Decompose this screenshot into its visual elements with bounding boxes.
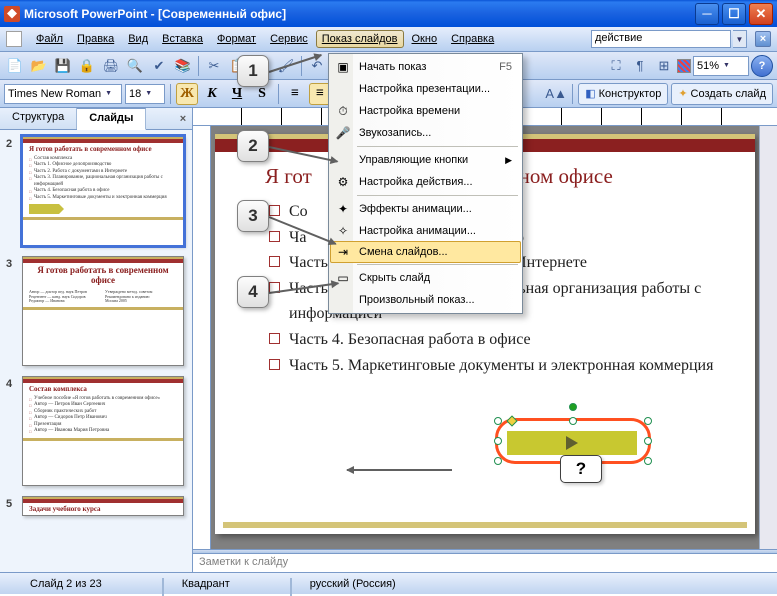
statusbar: Слайд 2 из 23 Квадрант русский (Россия) [0,572,777,594]
arrow-shape[interactable] [507,431,637,455]
bold-button[interactable]: Ж [176,83,198,105]
menu-animation-schemes[interactable]: ✦Эффекты анимации... [331,198,520,220]
resize-handle[interactable] [644,417,652,425]
font-name-combo[interactable]: Times New Roman▼ [4,84,122,104]
resize-handle[interactable] [644,437,652,445]
italic-button[interactable]: К [201,83,223,105]
thumbnail-slide-4[interactable]: Состав комплекса Учебное пособие «Я гото… [22,376,184,486]
callout-question: ? [560,455,602,483]
gear-icon: ⚙ [335,174,351,190]
help-search-input[interactable]: действие [591,30,731,48]
grid-icon[interactable]: ⊞ [653,55,675,77]
thumb-number: 4 [6,376,18,486]
callout-4: 4 [237,276,269,308]
slides-panel: Структура Слайды × 2 Я готов работать в … [0,108,193,572]
thumb-number: 5 [6,496,18,516]
vertical-ruler[interactable] [193,126,211,549]
thumb-number: 3 [6,256,18,366]
mdi-close-button[interactable]: × [755,31,771,47]
thumb-number: 2 [6,136,18,246]
menubar: Файл Правка Вид Вставка Формат Сервис По… [0,27,777,52]
slideshow-menu: ▣Начать показF5 Настройка презентации...… [328,53,523,314]
open-icon[interactable]: 📂 [28,55,50,77]
close-button[interactable]: ✕ [749,3,773,25]
align-left-icon[interactable]: ≡ [284,83,306,105]
menu-slide-transition[interactable]: ⇥Смена слайдов... [330,241,521,263]
adjust-handle[interactable] [506,415,517,426]
window-title: Microsoft PowerPoint - [Современный офис… [24,7,695,21]
menu-edit[interactable]: Правка [71,30,120,48]
minimize-button[interactable]: ─ [695,3,719,25]
menu-record[interactable]: 🎤Звукозапись... [331,122,520,144]
resize-handle[interactable] [569,417,577,425]
preview-icon[interactable]: 🔍 [124,55,146,77]
color-grayscale-icon[interactable] [677,59,691,73]
vertical-scrollbar[interactable] [759,126,777,549]
callout-3: 3 [237,200,269,232]
document-icon[interactable] [6,31,22,47]
callout-arrow [347,469,452,471]
save-icon[interactable]: 💾 [52,55,74,77]
cut-icon[interactable]: ✂ [203,55,225,77]
titlebar: Microsoft PowerPoint - [Современный офис… [0,0,777,27]
menu-custom-shows[interactable]: Произвольный показ... [331,289,520,311]
transition-icon: ⇥ [335,244,351,260]
menu-action-buttons[interactable]: Управляющие кнопки▶ [331,149,520,171]
thumbnail-slide-2[interactable]: Я готов работать в современном офисе Сос… [22,136,184,246]
menu-help[interactable]: Справка [445,30,500,48]
print-icon[interactable]: 🖨 [100,55,122,77]
menu-setup-show[interactable]: Настройка презентации... [331,78,520,100]
font-size-up-icon[interactable]: A▲ [545,83,567,105]
tab-slides[interactable]: Слайды [77,108,146,130]
anim-icon: ✧ [335,223,351,239]
menu-file[interactable]: Файл [30,30,69,48]
menu-rehearse[interactable]: ⏱Настройка времени [331,100,520,122]
thumbnails-list[interactable]: 2 Я готов работать в современном офисе С… [0,130,192,572]
clock-icon: ⏱ [335,103,351,119]
menu-tools[interactable]: Сервис [264,30,314,48]
spellcheck-icon[interactable]: ✔ [148,55,170,77]
callout-2: 2 [237,130,269,162]
font-size-combo[interactable]: 18▼ [125,84,165,104]
show-formatting-icon[interactable]: ¶ [629,55,651,77]
new-icon[interactable]: 📄 [4,55,26,77]
menu-view[interactable]: Вид [122,30,154,48]
mic-icon: 🎤 [335,125,351,141]
menu-action-settings[interactable]: ⚙Настройка действия... [331,171,520,193]
menu-hide-slide[interactable]: ▭Скрыть слайд [331,267,520,289]
permission-icon[interactable]: 🔒 [76,55,98,77]
slide-decor-bottom [223,522,747,528]
research-icon[interactable]: 📚 [172,55,194,77]
app-icon [4,6,20,22]
panel-close-button[interactable]: × [174,108,192,129]
help-icon[interactable]: ? [751,55,773,77]
resize-handle[interactable] [494,437,502,445]
notes-pane[interactable]: Заметки к слайду [193,554,777,572]
star-icon: ✦ [335,201,351,217]
menu-start-show[interactable]: ▣Начать показF5 [331,56,520,78]
menu-insert[interactable]: Вставка [156,30,209,48]
thumbnail-slide-5[interactable]: Задачи учебного курса [22,496,184,516]
rotate-handle[interactable] [569,403,577,411]
help-search-dropdown[interactable]: ▼ [733,30,747,48]
callout-1: 1 [237,55,269,87]
menu-custom-animation[interactable]: ✧Настройка анимации... [331,220,520,242]
resize-handle[interactable] [644,457,652,465]
maximize-button[interactable]: ☐ [722,3,746,25]
resize-handle[interactable] [494,457,502,465]
thumbnail-slide-3[interactable]: Я готов работать в современном офисе Авт… [22,256,184,366]
play-icon: ▣ [335,59,351,75]
expand-icon[interactable]: ⛶ [605,55,627,77]
menu-format[interactable]: Формат [211,30,262,48]
zoom-combo[interactable]: 51%▼ [693,56,749,76]
new-slide-button[interactable]: ✦Создать слайд [671,83,773,105]
tab-outline[interactable]: Структура [0,108,77,129]
menu-window[interactable]: Окно [406,30,444,48]
designer-button[interactable]: ◧Конструктор [578,83,668,105]
menu-slideshow[interactable]: Показ слайдов [316,30,404,48]
resize-handle[interactable] [494,417,502,425]
